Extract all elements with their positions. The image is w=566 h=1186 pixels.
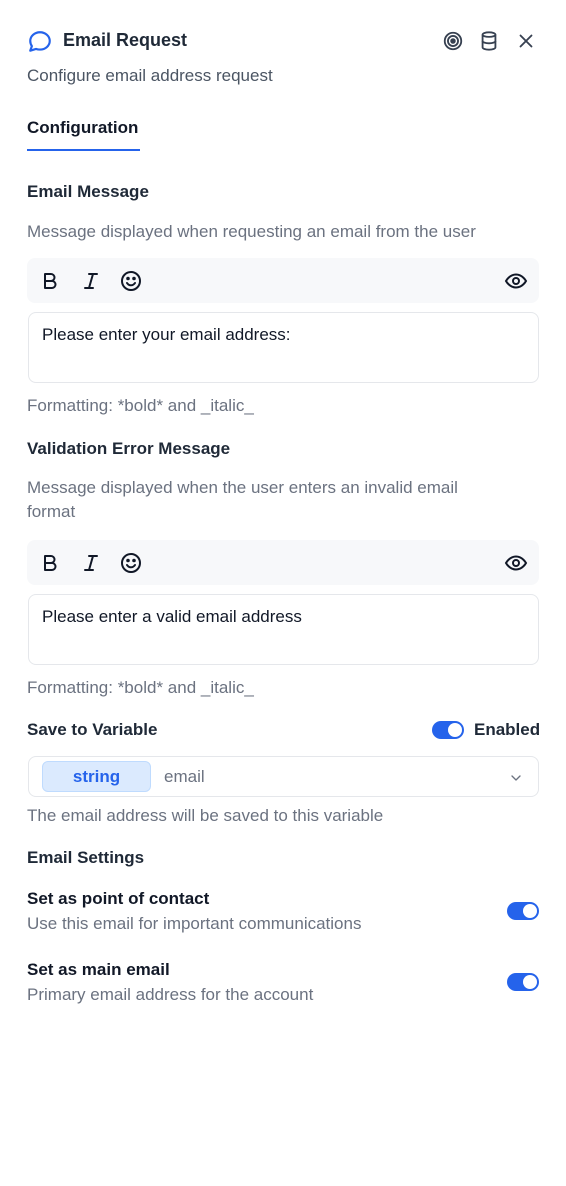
email-message-description: Message displayed when requesting an ema… [27,222,476,241]
main-email-toggle[interactable] [507,973,539,991]
main-email-description: Primary email address for the account [27,985,314,1004]
emoji-icon[interactable] [119,269,143,293]
italic-icon[interactable] [79,551,103,575]
toggle-knob [523,904,537,918]
italic-icon[interactable] [79,269,103,293]
email-message-label: Email Message [27,182,149,201]
chat-bubble-icon [29,31,51,52]
toggle-knob [523,975,537,989]
variable-type-chip: string [42,761,151,792]
panel-title: Email Request [63,30,188,50]
email-message-toolbar [27,258,539,303]
tab-configuration[interactable]: Configuration [27,118,138,138]
chevron-down-icon [511,775,521,781]
database-icon[interactable] [478,30,500,52]
main-email-title: Set as main email [27,960,170,979]
variable-name: email [164,767,205,786]
email-message-hint: Formatting: *bold* and _italic_ [27,396,254,415]
save-variable-label: Save to Variable [27,720,158,739]
validation-message-description-line1: Message displayed when the user enters a… [27,478,458,497]
validation-message-editor[interactable]: Please enter a valid email address [28,594,539,665]
email-request-panel: Email Request Configure email address re… [0,0,566,1186]
point-of-contact-toggle[interactable] [507,902,539,920]
close-icon[interactable] [515,30,537,52]
email-message-text: Please enter your email address: [42,325,291,344]
bold-icon[interactable] [38,269,62,293]
validation-message-toolbar [27,540,539,585]
point-of-contact-title: Set as point of contact [27,889,210,908]
save-variable-toggle-label: Enabled [474,720,541,739]
toggle-knob [448,723,462,737]
panel-subtitle: Configure email address request [27,66,273,85]
save-variable-toggle[interactable] [432,721,464,739]
emoji-icon[interactable] [119,551,143,575]
point-of-contact-description: Use this email for important communicati… [27,914,362,933]
validation-message-text: Please enter a valid email address [42,607,302,626]
eye-icon[interactable] [504,551,528,575]
validation-message-description-line2: format [27,502,76,521]
save-variable-hint: The email address will be saved to this … [27,806,384,825]
validation-message-hint: Formatting: *bold* and _italic_ [27,678,254,697]
email-message-editor[interactable]: Please enter your email address: [28,312,539,383]
email-settings-label: Email Settings [27,848,145,867]
target-icon[interactable] [442,30,464,52]
validation-message-label: Validation Error Message [27,439,231,458]
bold-icon[interactable] [38,551,62,575]
eye-icon[interactable] [504,269,528,293]
variable-select[interactable]: string email [28,756,539,797]
tab-active-indicator [27,149,140,151]
